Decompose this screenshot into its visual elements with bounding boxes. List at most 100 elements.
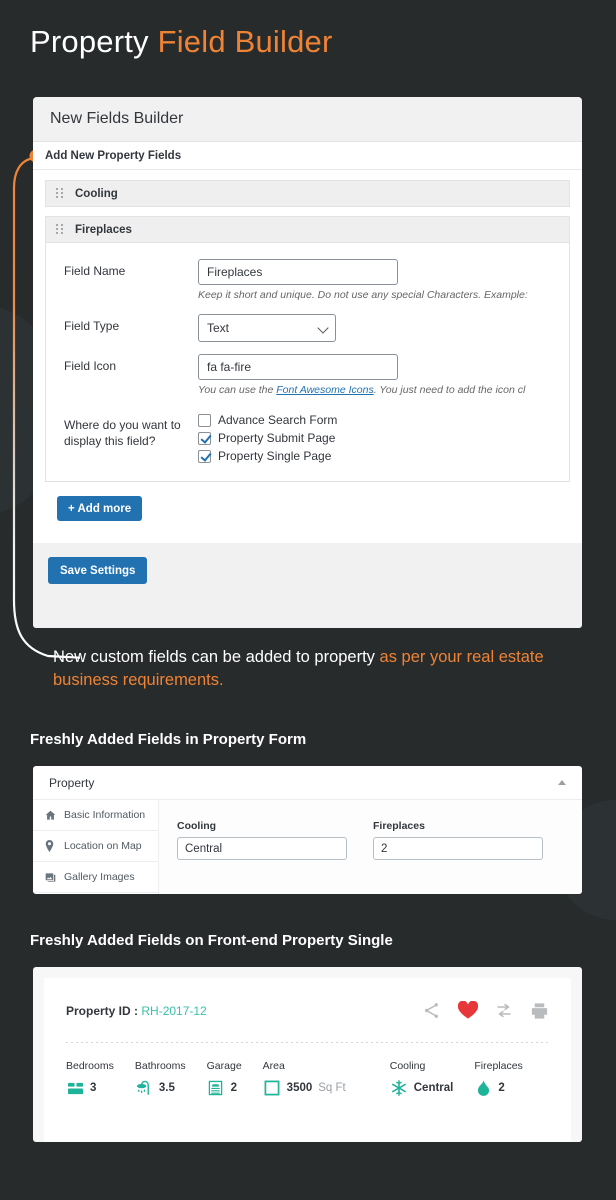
fireplaces-input[interactable]: [373, 837, 543, 860]
tab-location-on-map[interactable]: Location on Map: [33, 831, 158, 862]
shower-icon: [135, 1079, 153, 1097]
spec-garage: Garage 2: [207, 1060, 242, 1097]
spec-bathrooms: Bathrooms 3.5: [135, 1060, 186, 1097]
property-id-value: RH-2017-12: [141, 1003, 207, 1018]
checkbox-advance-search-form[interactable]: Advance Search Form: [198, 413, 569, 427]
add-more-button[interactable]: + Add more: [57, 496, 143, 521]
garage-icon: [207, 1079, 225, 1097]
favorite-heart-icon[interactable]: [458, 1001, 478, 1020]
field-name-label: Field Name: [64, 264, 126, 278]
images-icon: [45, 872, 59, 883]
spec-value: Central: [413, 1082, 454, 1094]
field-row-cooling[interactable]: Cooling: [45, 180, 570, 207]
property-actions: [422, 1001, 549, 1020]
field-icon-hint: You can use the Font Awesome Icons. You …: [198, 383, 569, 397]
tab-basic-information[interactable]: Basic Information: [33, 800, 158, 831]
section-heading-property-form: Freshly Added Fields in Property Form: [30, 731, 307, 748]
property-form-card: Property Basic Information Location on M…: [33, 766, 582, 894]
field-type-label: Field Type: [64, 319, 120, 333]
spec-value: 2: [230, 1082, 238, 1094]
drag-handle-icon[interactable]: [56, 187, 65, 200]
display-location-row: Where do you want to display this field?…: [46, 413, 569, 467]
checkbox-label: Property Submit Page: [218, 431, 336, 445]
spec-value: 2: [498, 1082, 505, 1094]
area-icon: [263, 1079, 281, 1097]
field-settings-panel: Field Name Keep it short and unique. Do …: [45, 243, 570, 482]
section-divider: [66, 1042, 549, 1043]
spec-label: Bathrooms: [134, 1060, 186, 1072]
spec-label: Area: [262, 1060, 285, 1072]
spec-value: 3500: [286, 1082, 313, 1094]
field-row-fireplaces[interactable]: Fireplaces: [45, 216, 570, 243]
property-form-tabs: Basic Information Location on Map Galler…: [33, 800, 159, 894]
save-settings-button[interactable]: Save Settings: [48, 557, 148, 584]
snowflake-icon: [390, 1079, 408, 1097]
print-icon[interactable]: [530, 1002, 549, 1020]
collapse-toggle-icon[interactable]: [558, 780, 566, 785]
hint-post: . You just need to add the icon cl: [373, 384, 526, 396]
property-form-body: Basic Information Location on Map Galler…: [33, 800, 582, 894]
builder-caption: New custom fields can be added to proper…: [53, 646, 583, 692]
cooling-input[interactable]: [177, 837, 347, 860]
tab-label: Gallery Images: [64, 871, 135, 883]
hint-pre: You can use the: [198, 384, 277, 396]
field-name-hint: Keep it short and unique. Do not use any…: [198, 289, 528, 301]
fields-list: Cooling Fireplaces Field Name Keep it sh…: [33, 170, 582, 543]
spec-cooling: Cooling Central: [389, 1060, 454, 1097]
font-awesome-icons-link[interactable]: Font Awesome Icons: [276, 384, 373, 396]
caption-plain: New custom fields can be added to proper…: [53, 648, 380, 666]
spec-label: Cooling: [389, 1060, 426, 1072]
page-title-plain: Property: [30, 24, 158, 59]
save-bar: Save Settings: [33, 543, 582, 584]
section-heading-property-single: Freshly Added Fields on Front-end Proper…: [30, 932, 393, 949]
page-title: Property Field Builder: [30, 24, 332, 60]
checkbox-property-single-page[interactable]: Property Single Page: [198, 449, 569, 463]
home-icon: [45, 810, 59, 821]
field-icon-row: Field Icon You can use the Font Awesome …: [46, 354, 569, 397]
spec-label: Fireplaces: [474, 1060, 523, 1072]
form-field-cooling: Cooling: [177, 820, 347, 894]
form-field-label: Fireplaces: [373, 820, 425, 832]
fire-icon: [474, 1079, 492, 1097]
new-fields-builder-card: New Fields Builder Add New Property Fiel…: [33, 97, 582, 628]
spec-label: Bedrooms: [66, 1060, 114, 1072]
tab-gallery-images[interactable]: Gallery Images: [33, 862, 158, 893]
spec-label: Garage: [206, 1060, 242, 1072]
property-form-header[interactable]: Property: [33, 766, 582, 800]
tab-label: Basic Information: [64, 809, 146, 821]
spec-area: Area 3500 Sq Ft: [263, 1060, 346, 1097]
field-icon-input[interactable]: [198, 354, 398, 380]
checkbox-box[interactable]: [198, 413, 211, 427]
spec-value: 3.5: [158, 1082, 175, 1094]
property-id-label: Property ID :: [66, 1003, 142, 1018]
property-id: Property ID : RH-2017-12: [66, 1004, 207, 1018]
property-form-title: Property: [49, 775, 95, 790]
builder-body: Add New Property Fields Cooling Fireplac…: [33, 141, 582, 543]
checkbox-box[interactable]: [198, 449, 211, 463]
map-pin-icon: [45, 840, 59, 852]
spec-unit: Sq Ft: [318, 1082, 346, 1094]
property-single-card: Property ID : RH-2017-12 Bedrooms 3 Bath…: [33, 967, 582, 1142]
property-single-inner: Property ID : RH-2017-12 Bedrooms 3 Bath…: [44, 978, 571, 1142]
page-title-accent: Field Builder: [157, 24, 333, 59]
field-name-input[interactable]: [198, 259, 398, 285]
compare-icon[interactable]: [495, 1002, 513, 1020]
field-icon-label: Field Icon: [64, 359, 117, 373]
property-single-top: Property ID : RH-2017-12: [66, 1001, 549, 1020]
checkbox-label: Advance Search Form: [218, 413, 338, 427]
checkbox-box[interactable]: [198, 431, 211, 445]
display-location-label: Where do you want to display this field?: [64, 418, 181, 448]
share-icon[interactable]: [422, 1001, 441, 1020]
field-name-row: Field Name Keep it short and unique. Do …: [46, 259, 569, 302]
field-row-label: Fireplaces: [75, 223, 132, 236]
form-field-label: Cooling: [177, 820, 217, 832]
checkbox-label: Property Single Page: [218, 449, 332, 463]
form-field-fireplaces: Fireplaces: [373, 820, 543, 894]
drag-handle-icon[interactable]: [56, 223, 65, 236]
spec-fireplaces: Fireplaces 2: [474, 1060, 523, 1097]
bed-icon: [66, 1079, 84, 1097]
checkbox-property-submit-page[interactable]: Property Submit Page: [198, 431, 569, 445]
add-new-property-fields-title: Add New Property Fields: [33, 142, 582, 170]
spec-bedrooms: Bedrooms 3: [66, 1060, 114, 1097]
field-type-select[interactable]: Text: [198, 314, 336, 342]
